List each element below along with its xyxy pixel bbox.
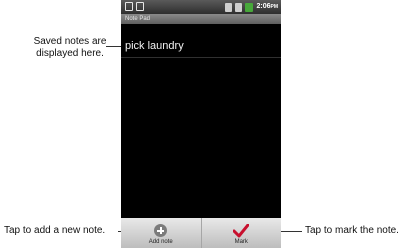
checkmark-icon [233,224,250,238]
note-title: pick laundry [125,40,184,52]
mark-label: Mark [234,239,248,245]
callout-add-note: Tap to add a new note. [4,225,106,236]
list-item[interactable]: pick laundry [125,40,184,52]
signal-icon [235,2,243,12]
notification-icon [136,2,144,11]
app-title-bar: Note Pad [121,14,281,24]
add-note-button[interactable]: Add note [121,218,201,248]
battery-icon [245,2,254,12]
sd-icon [225,2,233,12]
status-time: 2:06PM [256,3,278,10]
callout-saved-notes: Saved notes are displayed here. [33,36,107,59]
list-divider [121,57,281,58]
plus-circle-icon [154,224,168,237]
status-bar: 2:06PM [121,0,281,14]
phone-screen: 2:06PM Note Pad pick laundry Add note Ma… [121,0,281,248]
callout-mark-note: Tap to mark the note. [305,225,399,236]
bottom-action-bar: Add note Mark [121,218,281,248]
mark-button[interactable]: Mark [200,218,282,248]
notification-icon [125,2,133,11]
add-note-label: Add note [148,239,173,245]
app-title: Note Pad [125,16,151,22]
